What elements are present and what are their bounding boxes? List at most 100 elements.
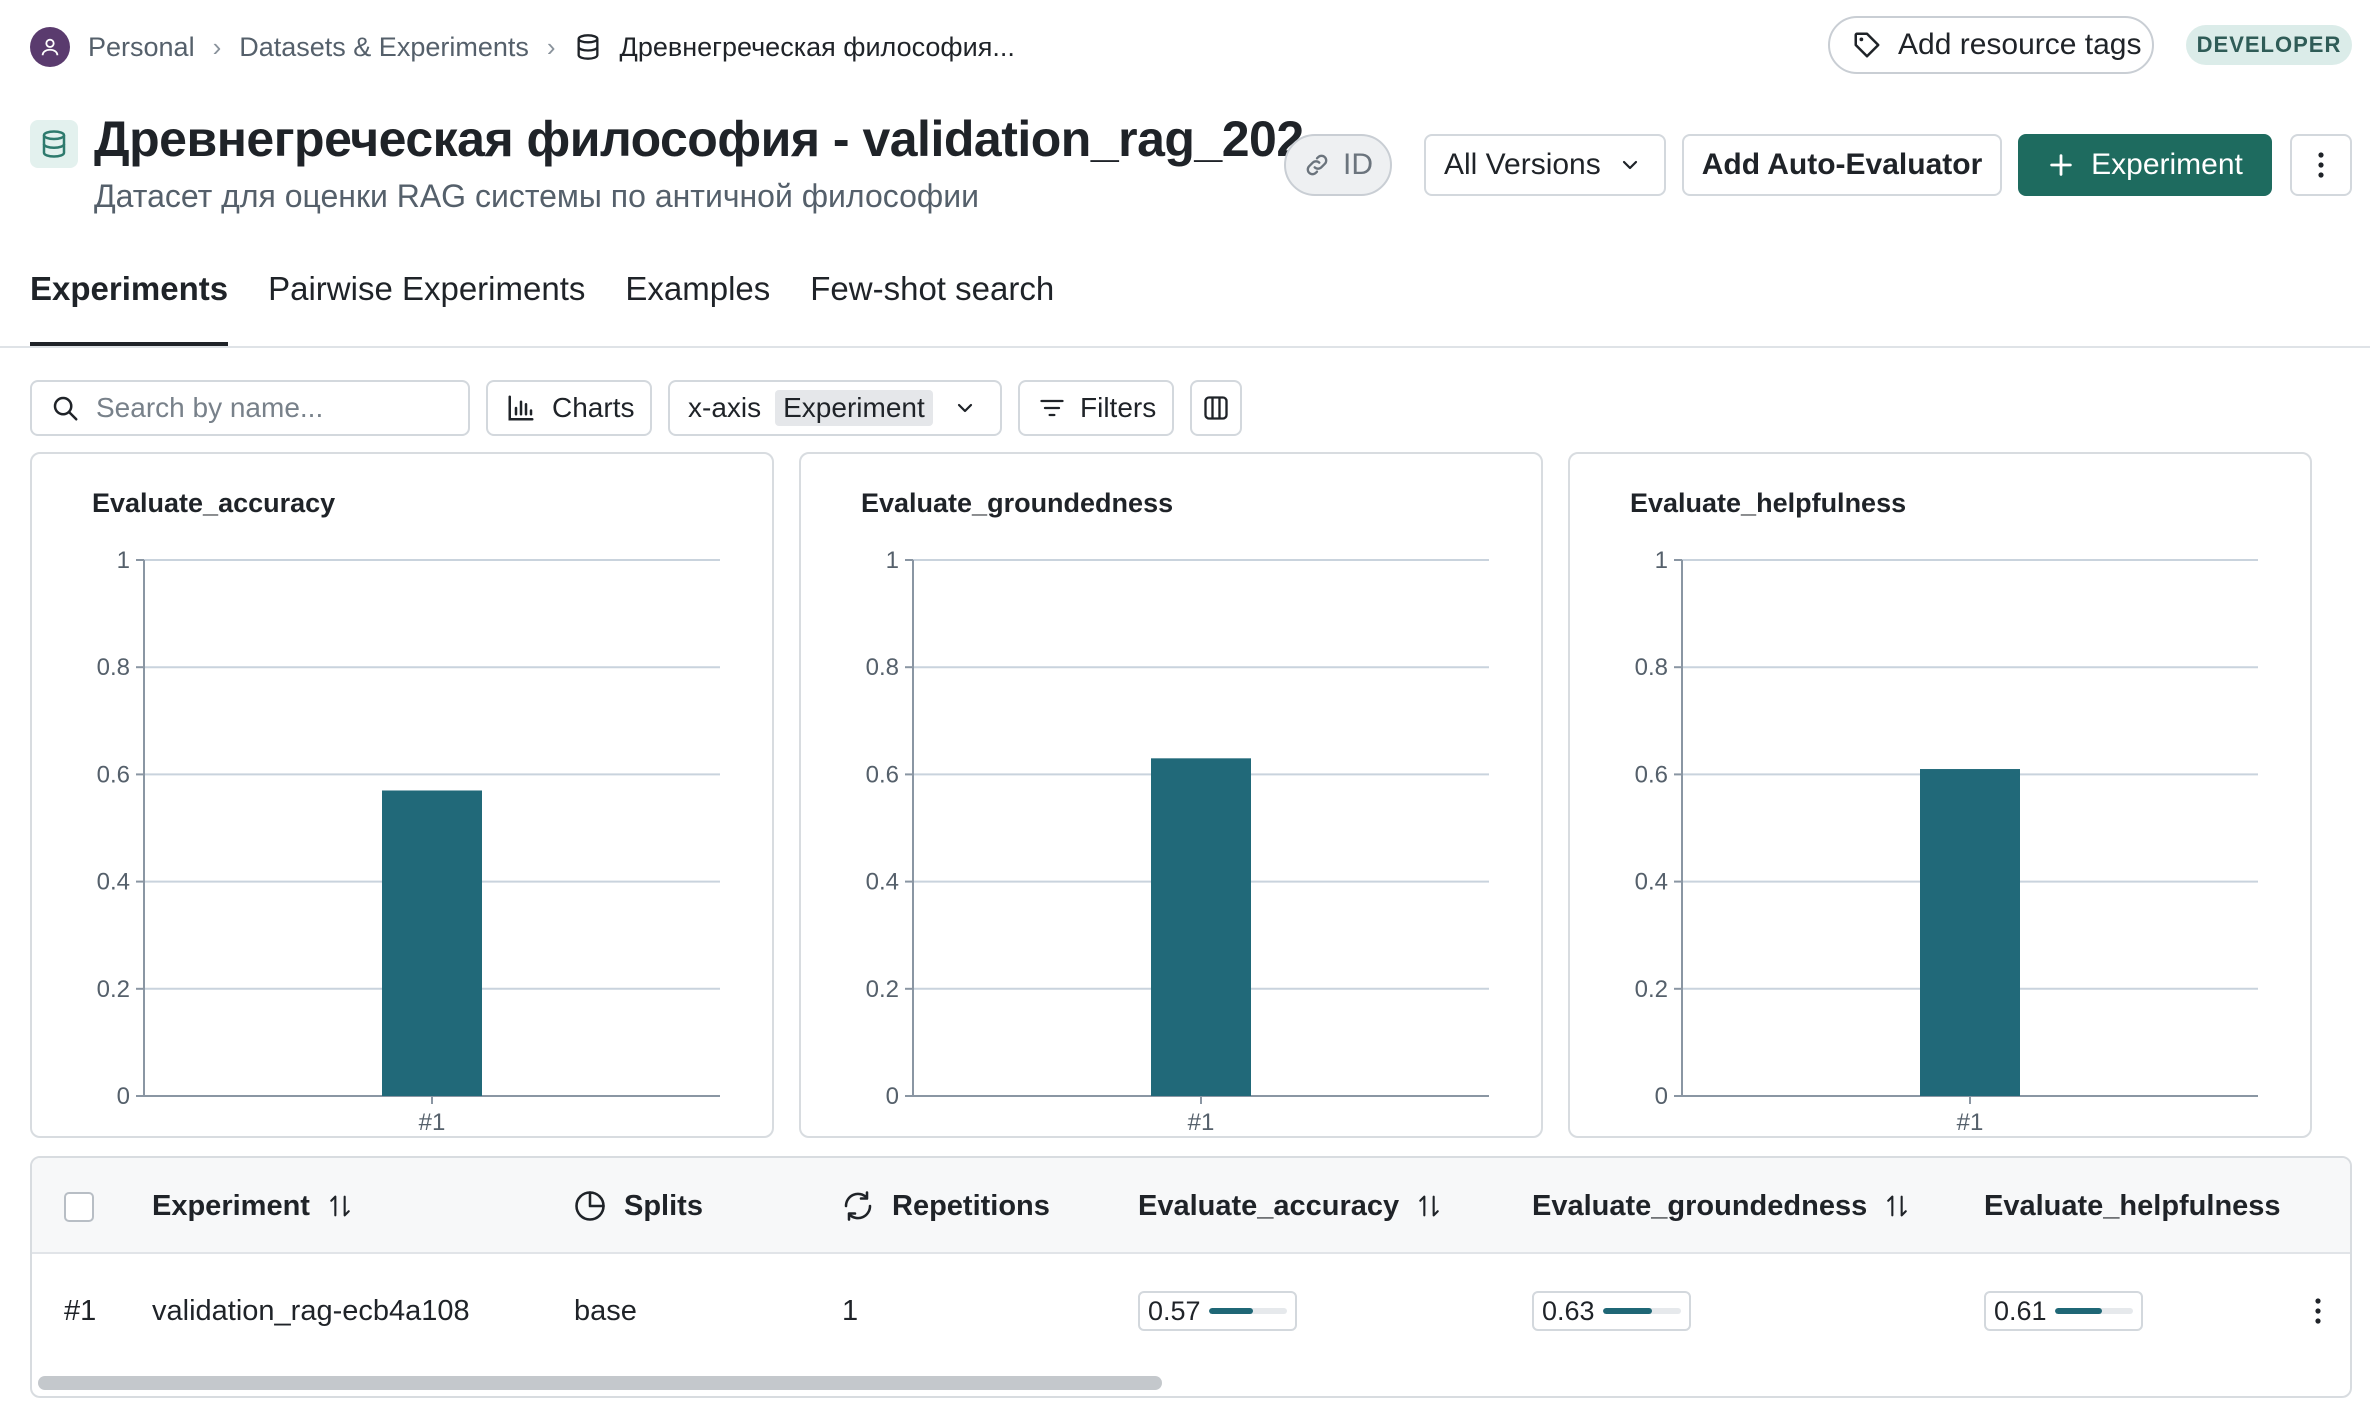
tab-experiments[interactable]: Experiments (30, 270, 229, 346)
copy-id-button[interactable]: ID (1284, 134, 1392, 196)
filter-icon (1040, 399, 1064, 417)
chevron-down-icon (1622, 160, 1638, 170)
new-experiment-label: Experiment (2091, 148, 2243, 181)
tab-bar: Experiments Pairwise Experiments Example… (30, 270, 1054, 346)
x-tick-label: #1 (419, 1109, 446, 1136)
filters-button[interactable]: Filters (1018, 380, 1174, 436)
tab-pairwise-experiments[interactable]: Pairwise Experiments (268, 270, 585, 346)
search-box[interactable] (30, 380, 470, 436)
dataset-icon (30, 120, 78, 168)
add-resource-tags-button[interactable]: Add resource tags (1828, 16, 2154, 74)
header-splits-label: Splits (624, 1189, 703, 1222)
groundedness-cell[interactable]: 0.63 (1532, 1256, 1691, 1366)
row-actions-button[interactable] (2314, 1256, 2322, 1366)
y-tick-label: 0.6 (866, 761, 899, 788)
helpfulness-cell[interactable]: 0.61 (1984, 1256, 2143, 1366)
x-axis-select[interactable]: x-axis Experiment (668, 380, 1002, 436)
groundedness-score-fill (1602, 1308, 1652, 1314)
plan-badge: DEVELOPER (2186, 25, 2352, 65)
sort-icon[interactable] (1415, 1192, 1443, 1220)
y-tick-label: 1 (117, 547, 130, 574)
column-header-accuracy[interactable]: Evaluate_accuracy (1138, 1158, 1443, 1254)
sort-icon[interactable] (1883, 1192, 1911, 1220)
y-tick-label: 0 (886, 1083, 899, 1110)
y-tick-label: 0.6 (1635, 761, 1668, 788)
accuracy-cell[interactable]: 0.57 (1138, 1256, 1297, 1366)
helpfulness-score-bar (2054, 1308, 2133, 1314)
search-icon (53, 396, 78, 421)
y-tick-label: 0.2 (1635, 976, 1668, 1003)
header-experiment-label: Experiment (152, 1189, 310, 1222)
sort-icon[interactable] (326, 1192, 354, 1220)
breadcrumb: Personal › Datasets & Experiments › Древ… (30, 24, 1015, 70)
table-header: Experiment Splits Repetitions Evaluate_a… (32, 1158, 2350, 1254)
column-header-repetitions[interactable]: Repetitions (840, 1158, 1050, 1254)
groundedness-score-bar (1602, 1308, 1681, 1314)
add-auto-evaluator-button[interactable]: Add Auto-Evaluator (1682, 134, 2002, 196)
link-icon (1306, 154, 1328, 176)
y-tick-label: 0 (117, 1083, 130, 1110)
versions-select[interactable]: All Versions (1424, 134, 1666, 196)
tab-few-shot-search[interactable]: Few-shot search (810, 270, 1054, 346)
accuracy-score-fill (1208, 1308, 1254, 1314)
tab-examples[interactable]: Examples (625, 270, 770, 346)
filters-label: Filters (1080, 392, 1157, 423)
table-row[interactable]: #1 validation_rag-ecb4a108 base 1 0.57 0… (32, 1256, 2350, 1366)
breadcrumb-dataset[interactable]: Древнегреческая философия... (620, 32, 1015, 63)
chart-card-helpfulness: Evaluate_helpfulness 0 0.2 0.4 0.6 0.8 1 #1 (1568, 452, 2312, 1138)
tabs-divider (0, 346, 2370, 348)
column-header-groundedness[interactable]: Evaluate_groundedness (1532, 1158, 1911, 1254)
groundedness-score-chip[interactable]: 0.63 (1532, 1291, 1691, 1331)
chart-card-groundedness: Evaluate_groundedness 0 0.2 0.4 0.6 0.8 1 #1 (799, 452, 1543, 1138)
y-tick-label: 0.8 (97, 654, 130, 681)
helpfulness-score-fill (2054, 1308, 2103, 1314)
search-input[interactable] (96, 392, 456, 424)
kebab-menu-icon (2315, 1298, 2321, 1324)
repeat-icon (844, 1191, 872, 1221)
columns-icon (1204, 396, 1228, 420)
experiments-table: Experiment Splits Repetitions Evaluate_a… (30, 1156, 2352, 1398)
y-tick-label: 1 (886, 547, 899, 574)
breadcrumb-personal[interactable]: Personal (88, 32, 195, 63)
kebab-menu-icon (2318, 152, 2324, 178)
select-all-checkbox[interactable] (64, 1192, 94, 1222)
page-title: Древнегреческая философия - validation_r… (94, 111, 1344, 167)
breadcrumb-datasets[interactable]: Datasets & Experiments (239, 32, 529, 63)
accuracy-score: 0.57 (1148, 1295, 1201, 1326)
chevron-right-icon: › (212, 31, 222, 62)
bar (1151, 758, 1251, 1096)
column-header-experiment[interactable]: Experiment (152, 1158, 354, 1254)
bar (1920, 769, 2020, 1096)
accuracy-score-chip[interactable]: 0.57 (1138, 1291, 1297, 1331)
row-repetitions: 1 (842, 1294, 859, 1327)
y-tick-label: 0.6 (97, 761, 130, 788)
column-header-splits[interactable]: Splits (572, 1158, 703, 1254)
y-tick-label: 0.8 (1635, 654, 1668, 681)
horizontal-scrollbar[interactable] (38, 1376, 1162, 1390)
accuracy-score-bar (1208, 1308, 1287, 1314)
avatar[interactable] (30, 27, 70, 67)
chevron-right-icon: › (546, 31, 556, 62)
id-label: ID (1343, 148, 1373, 181)
page-subtitle: Датасет для оценки RAG системы по античн… (94, 178, 979, 214)
header-groundedness-label: Evaluate_groundedness (1532, 1189, 1868, 1222)
column-header-helpfulness[interactable]: Evaluate_helpfulness (1984, 1158, 2281, 1254)
top-bar: Personal › Datasets & Experiments › Древ… (0, 0, 2370, 92)
new-experiment-button[interactable]: Experiment (2018, 134, 2272, 196)
chevron-down-icon (957, 403, 972, 413)
x-tick-label: #1 (1957, 1109, 1984, 1136)
bar-chart-icon (508, 395, 534, 421)
y-tick-label: 0.4 (1635, 869, 1668, 896)
charts-toggle-button[interactable]: Charts (486, 380, 652, 436)
chart-card-accuracy: Evaluate_accuracy 0 0.2 0.4 0.6 0.8 1 #1 (30, 452, 774, 1138)
database-icon (574, 33, 602, 61)
y-tick-label: 0.2 (97, 976, 130, 1003)
y-tick-label: 0.8 (866, 654, 899, 681)
columns-button[interactable] (1190, 380, 1242, 436)
header-repetitions-label: Repetitions (892, 1189, 1050, 1222)
y-tick-label: 0 (1655, 1083, 1668, 1110)
helpfulness-score-chip[interactable]: 0.61 (1984, 1291, 2143, 1331)
more-options-button[interactable] (2290, 134, 2352, 196)
tag-icon (1854, 32, 1880, 58)
experiment-name-link[interactable]: validation_rag-ecb4a108 (152, 1256, 470, 1366)
